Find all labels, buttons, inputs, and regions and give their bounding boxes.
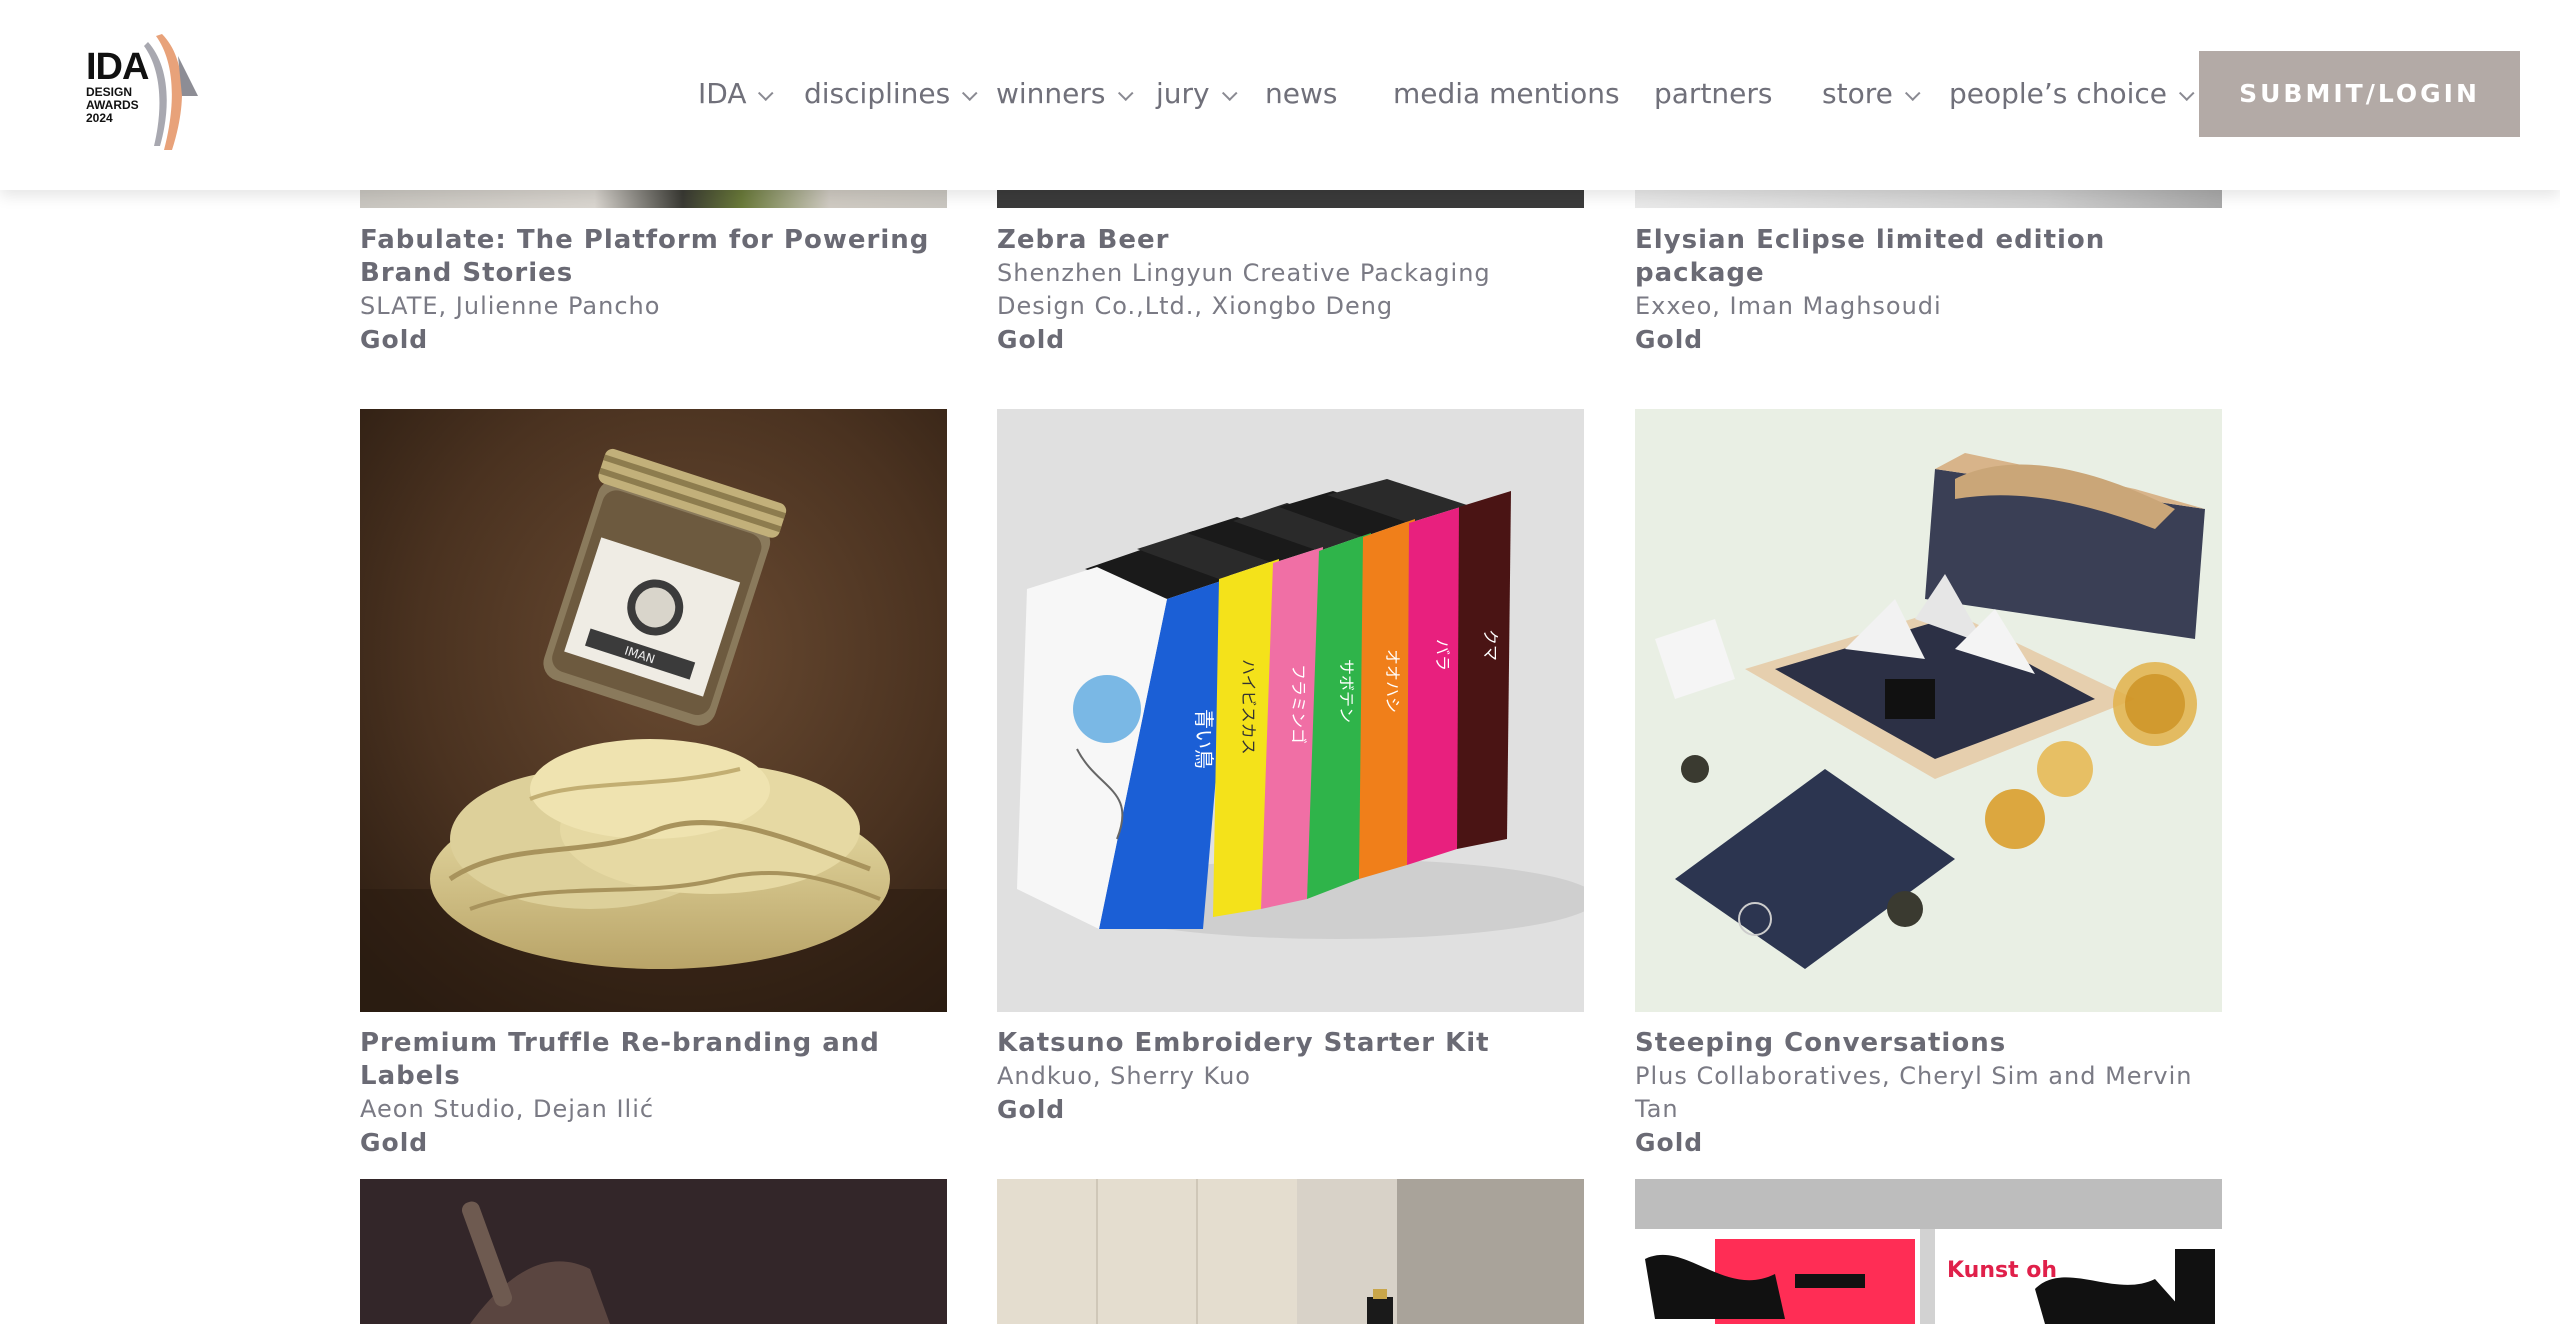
entry-image-bottom-1[interactable] <box>360 1179 947 1324</box>
entry-author: Aeon Studio, Dejan Ilić <box>360 1095 655 1123</box>
chevron-down-icon <box>1221 85 1238 102</box>
book-spine-text: オオハシ <box>1383 649 1402 713</box>
entry-award: Gold <box>997 1095 1066 1124</box>
nav-label: store <box>1822 77 1893 110</box>
chevron-down-icon <box>2178 85 2195 102</box>
entry-image-katsuno[interactable]: 青い鳥 ハイビスカス フラミンゴ サボテン オオハシ バラ クマ <box>997 409 1584 1012</box>
book-spine-text: サボテン <box>1337 659 1356 723</box>
katsuno-books-photo: 青い鳥 ハイビスカス フラミンゴ サボテン オオハシ バラ クマ <box>997 409 1584 1012</box>
entry-info: Elysian Eclipse limited edition package … <box>1635 224 2222 356</box>
dark-jar-photo <box>360 1179 947 1324</box>
nav-item-store[interactable]: store <box>1822 70 1921 118</box>
entry-author: Shenzhen Lingyun Creative Packaging Desi… <box>997 259 1491 320</box>
entry-award: Gold <box>1635 1128 1704 1157</box>
entry-award: Gold <box>360 1128 429 1157</box>
site-header: IDA DESIGN AWARDS 2024 IDA disciplines w… <box>0 0 2560 190</box>
nav-item-media-mentions[interactable]: media mentions <box>1393 70 1620 118</box>
nav-label: disciplines <box>804 77 951 110</box>
nav-label: news <box>1265 77 1338 110</box>
entry-award: Gold <box>1635 325 1704 354</box>
entry-image-bottom-2[interactable] <box>997 1179 1584 1324</box>
entry-image-steeping-conversations[interactable] <box>1635 409 2222 1012</box>
entry-award: Gold <box>360 325 429 354</box>
nav-item-partners[interactable]: partners <box>1654 70 1773 118</box>
book-spine-text: 青い鳥 <box>1192 709 1216 769</box>
entry-image-premium-truffle[interactable]: IMAN <box>360 409 947 1012</box>
nav-item-disciplines[interactable]: disciplines <box>804 70 978 118</box>
nav-item-news[interactable]: news <box>1265 70 1337 118</box>
chevron-down-icon <box>758 85 775 102</box>
book-spine-text: フラミンゴ <box>1289 664 1308 744</box>
entry-info: Steeping Conversations Plus Collaborativ… <box>1635 1027 2222 1159</box>
nav-item-winners[interactable]: winners <box>996 70 1134 118</box>
entry-title[interactable]: Elysian Eclipse limited edition package <box>1635 224 2222 290</box>
nav-label: IDA <box>698 77 747 110</box>
entry-title[interactable]: Steeping Conversations <box>1635 1027 2222 1060</box>
main-nav: IDA disciplines winners jury news media … <box>0 70 2560 118</box>
nav-label: people’s choice <box>1949 77 2167 110</box>
book-spine-text: バラ <box>1433 639 1452 671</box>
nav-label: partners <box>1654 77 1773 110</box>
entry-author: Plus Collaboratives, Cheryl Sim and Merv… <box>1635 1062 2193 1123</box>
poster-photo: Kunst oh <box>1635 1179 2222 1324</box>
book-spine-text: ハイビスカス <box>1239 659 1258 755</box>
truffle-jar-photo: IMAN <box>360 409 947 1012</box>
nav-item-peoples-choice[interactable]: people’s choice <box>1949 70 2195 118</box>
entry-info: Fabulate: The Platform for Powering Bran… <box>360 224 947 356</box>
nav-item-jury[interactable]: jury <box>1156 70 1238 118</box>
entry-info: Zebra Beer Shenzhen Lingyun Creative Pac… <box>997 224 1584 356</box>
nav-item-ida[interactable]: IDA <box>698 70 775 118</box>
chevron-down-icon <box>1904 85 1921 102</box>
tea-set-photo <box>1635 409 2222 1012</box>
entry-title[interactable]: Premium Truffle Re-branding and Labels <box>360 1027 947 1093</box>
entry-author: Andkuo, Sherry Kuo <box>997 1062 1251 1090</box>
entry-author: SLATE, Julienne Pancho <box>360 292 661 320</box>
bottle-photo <box>997 1179 1584 1324</box>
entry-author: Exxeo, Iman Maghsoudi <box>1635 292 1942 320</box>
entry-title[interactable]: Fabulate: The Platform for Powering Bran… <box>360 224 947 290</box>
entry-image-bottom-3[interactable]: Kunst oh <box>1635 1179 2222 1324</box>
chevron-down-icon <box>1117 85 1134 102</box>
nav-label: winners <box>996 77 1106 110</box>
nav-label: media mentions <box>1393 77 1620 110</box>
chevron-down-icon <box>962 85 978 102</box>
book-spine-text: クマ <box>1481 629 1500 661</box>
entry-info: Katsuno Embroidery Starter Kit Andkuo, S… <box>997 1027 1584 1126</box>
submit-login-button[interactable]: SUBMIT/LOGIN <box>2199 51 2520 137</box>
entry-info: Premium Truffle Re-branding and Labels A… <box>360 1027 947 1159</box>
entry-title[interactable]: Zebra Beer <box>997 224 1584 257</box>
entry-title[interactable]: Katsuno Embroidery Starter Kit <box>997 1027 1584 1060</box>
poster-text: Kunst oh <box>1947 1258 2057 1283</box>
nav-label: jury <box>1156 77 1210 110</box>
entry-award: Gold <box>997 325 1066 354</box>
